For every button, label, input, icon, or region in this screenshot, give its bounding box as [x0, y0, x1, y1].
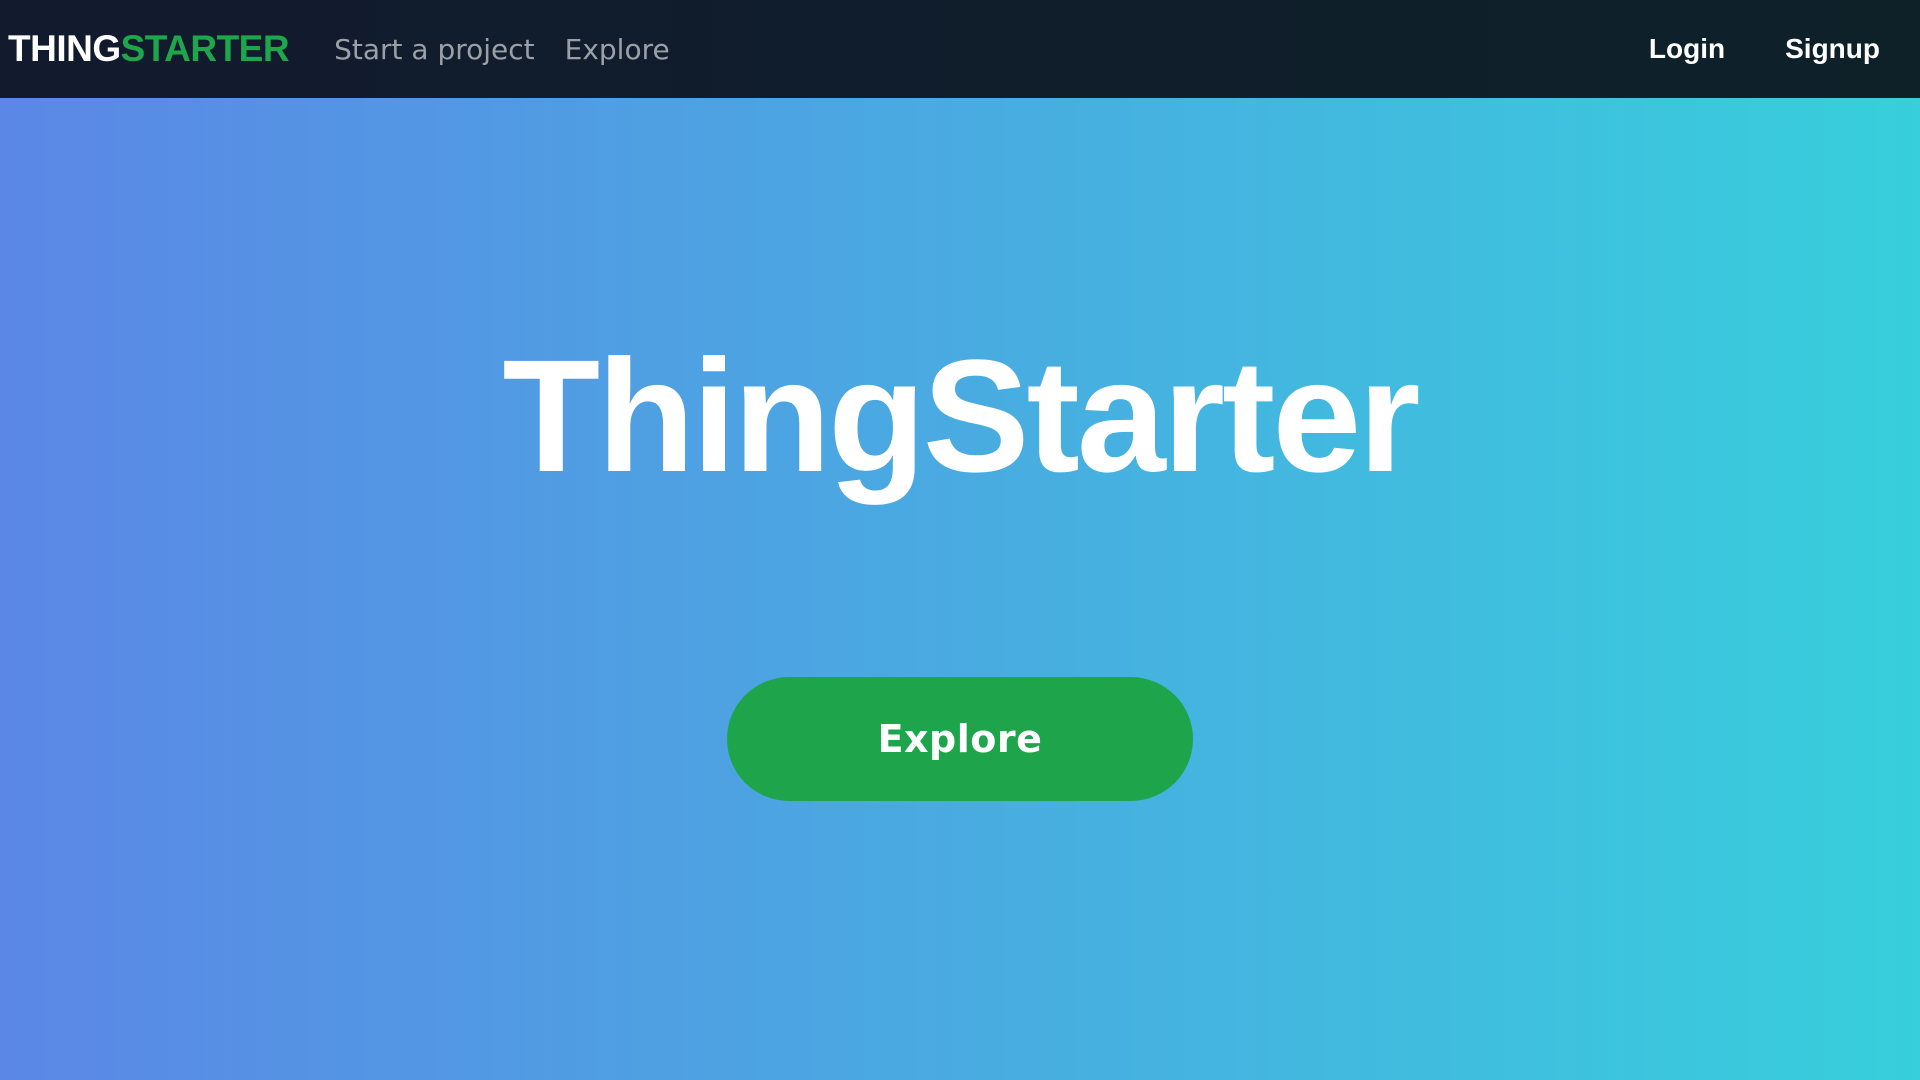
nav-link-explore[interactable]: Explore: [565, 33, 670, 66]
navbar-left: THING STARTER Start a project Explore: [8, 0, 700, 98]
brand-logo[interactable]: THING STARTER: [8, 28, 290, 70]
brand-logo-part-1: THING: [8, 28, 121, 69]
brand-logo-part-2: STARTER: [120, 28, 290, 69]
nav-link-start-project[interactable]: Start a project: [334, 33, 535, 66]
signup-link[interactable]: Signup: [1785, 33, 1880, 65]
top-navbar: THING STARTER Start a project Explore Lo…: [0, 0, 1920, 98]
hero-title: ThingStarter: [502, 326, 1420, 505]
login-link[interactable]: Login: [1649, 33, 1725, 65]
navbar-right: Login Signup: [1589, 0, 1880, 98]
explore-button[interactable]: Explore: [727, 677, 1193, 801]
hero-section: ThingStarter Explore: [0, 98, 1920, 1080]
